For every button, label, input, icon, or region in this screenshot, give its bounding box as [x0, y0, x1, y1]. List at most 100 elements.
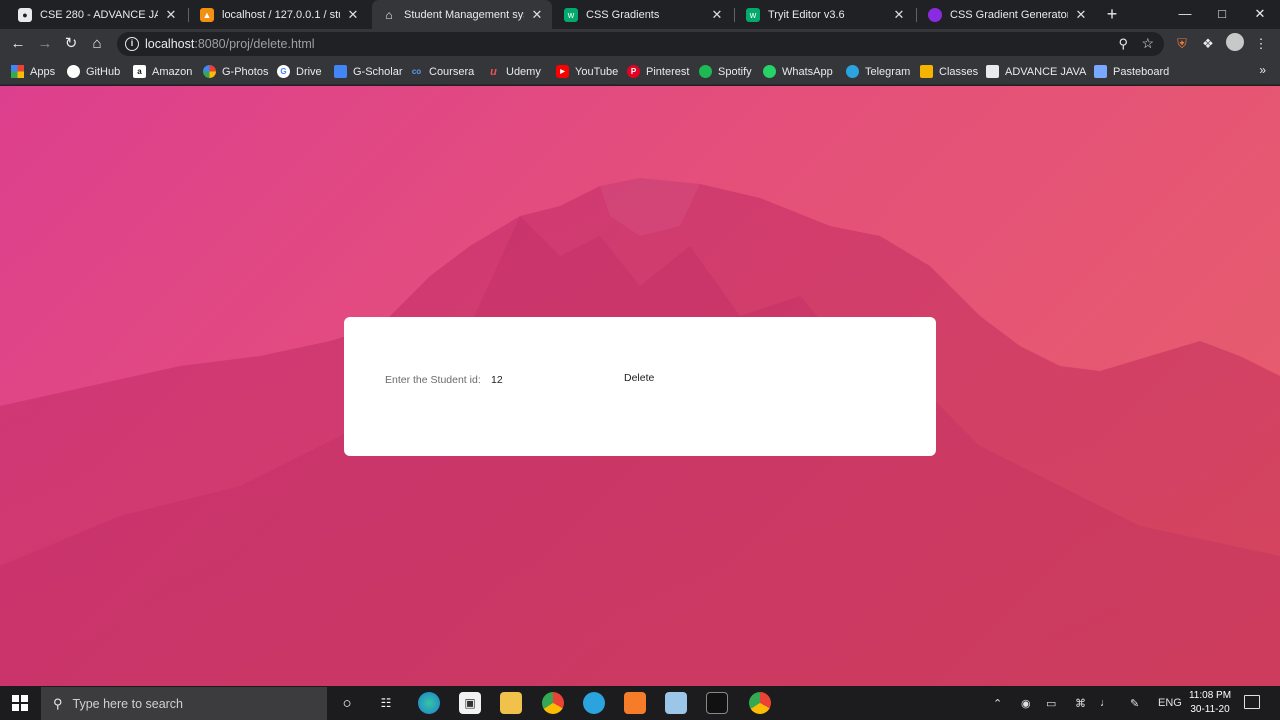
- pasteboard-icon: [1094, 65, 1107, 78]
- bookmark-label: Coursera: [429, 65, 475, 78]
- task-view-icon[interactable]: ☷: [375, 692, 397, 714]
- bookmark-g-scholar[interactable]: G-Scholar: [334, 63, 403, 80]
- chrome-icon[interactable]: [749, 692, 771, 714]
- chrome-icon[interactable]: [542, 692, 564, 714]
- udemy-icon: u: [490, 65, 497, 78]
- bookmark-label: GitHub: [86, 65, 121, 78]
- info-icon[interactable]: i: [125, 37, 139, 51]
- w3schools-icon: w: [746, 7, 760, 22]
- bookmark-classes[interactable]: Classes: [920, 63, 978, 80]
- w3schools-icon: w: [564, 7, 578, 22]
- apps-grid-icon: [11, 65, 24, 78]
- bookmark-udemy[interactable]: u Udemy: [487, 63, 541, 80]
- back-button[interactable]: ←: [7, 33, 29, 55]
- tab-tryit-editor[interactable]: w Tryit Editor v3.6 ✕: [736, 0, 914, 29]
- tab-separator: [916, 8, 917, 22]
- close-icon[interactable]: ✕: [346, 7, 360, 23]
- bookmark-telegram[interactable]: Telegram: [846, 63, 910, 80]
- terminal-icon[interactable]: [706, 692, 728, 714]
- home-button[interactable]: ⌂: [86, 33, 108, 55]
- bookmark-github[interactable]: GitHub: [67, 63, 120, 80]
- clock-time: 11:08 PM: [1188, 690, 1232, 701]
- bookmark-g-photos[interactable]: G-Photos: [203, 63, 268, 80]
- close-icon[interactable]: ✕: [1074, 7, 1088, 23]
- student-id-label: Enter the Student id:: [385, 374, 481, 386]
- bookmark-coursera[interactable]: co Coursera: [410, 63, 474, 80]
- bookmark-drive[interactable]: G Drive: [277, 63, 322, 80]
- tab-css-gradient-generator[interactable]: CSS Gradient Generator: Poli ✕: [918, 0, 1096, 29]
- url-text[interactable]: localhost:8080/proj/delete.html: [145, 37, 315, 51]
- close-icon[interactable]: ✕: [530, 7, 544, 23]
- minimize-button[interactable]: —: [1166, 0, 1204, 29]
- delete-button[interactable]: Delete: [624, 372, 654, 384]
- address-bar[interactable]: i localhost:8080/proj/delete.html ⚲ ☆: [117, 32, 1164, 56]
- reload-button[interactable]: ↻: [60, 33, 82, 55]
- tab-title: Student Management system: [404, 8, 524, 21]
- tab-css-gradients[interactable]: w CSS Gradients ✕: [554, 0, 732, 29]
- clock-date: 30-11-20: [1190, 704, 1230, 715]
- close-icon[interactable]: ✕: [164, 7, 178, 23]
- cortana-icon[interactable]: ○: [336, 692, 358, 714]
- telegram-icon: [846, 65, 859, 78]
- bookmarks-bar: Apps GitHub a Amazon G-Photos G Drive G-…: [0, 58, 1280, 85]
- close-window-button[interactable]: ✕: [1241, 0, 1279, 29]
- bookmark-pasteboard[interactable]: Pasteboard: [1094, 63, 1169, 80]
- browser-tab-strip: ● CSE 280 - ADVANCE JAVA Pr ✕ ▲ localhos…: [0, 0, 1280, 29]
- pinterest-icon: P: [627, 65, 640, 78]
- battery-icon[interactable]: ▭: [1046, 686, 1056, 720]
- notes-icon[interactable]: [665, 692, 687, 714]
- forward-button[interactable]: →: [34, 33, 56, 55]
- profile-avatar[interactable]: [1224, 33, 1246, 55]
- search-placeholder: Type here to search: [72, 696, 184, 711]
- bookmark-amazon[interactable]: a Amazon: [133, 63, 192, 80]
- extensions-puzzle-icon[interactable]: ❖: [1197, 33, 1219, 55]
- bookmark-spotify[interactable]: Spotify: [699, 63, 752, 80]
- file-explorer-icon[interactable]: [500, 692, 522, 714]
- tab-separator: [734, 8, 735, 22]
- bookmark-label: ADVANCE JAVA: [1005, 65, 1087, 78]
- system-clock[interactable]: 11:08 PM 30-11-20: [1182, 689, 1238, 717]
- maximize-button[interactable]: □: [1203, 0, 1241, 29]
- meet-now-icon[interactable]: ◉: [1021, 686, 1031, 720]
- edge-icon[interactable]: [418, 692, 440, 714]
- bookmark-pinterest[interactable]: P Pinterest: [627, 63, 689, 80]
- bookmark-label: Spotify: [718, 65, 752, 78]
- wifi-icon[interactable]: ⌘: [1075, 686, 1086, 720]
- bookmark-youtube[interactable]: ▶ YouTube: [556, 63, 618, 80]
- bookmark-label: Pinterest: [646, 65, 690, 78]
- extension-shield-icon[interactable]: ⛨: [1171, 33, 1193, 55]
- pen-icon[interactable]: ✎: [1130, 686, 1139, 720]
- tab-student-management[interactable]: ⌂ Student Management system ✕: [372, 0, 552, 29]
- store-icon[interactable]: ▣: [459, 692, 481, 714]
- tab-advance-java[interactable]: ● CSE 280 - ADVANCE JAVA Pr ✕: [8, 0, 186, 29]
- bookmark-whatsapp[interactable]: WhatsApp: [763, 63, 833, 80]
- tray-chevron-icon[interactable]: ⌃: [993, 686, 1002, 720]
- bookmark-advance-java[interactable]: ADVANCE JAVA: [986, 63, 1086, 80]
- bookmark-star-icon[interactable]: ☆: [1141, 35, 1154, 52]
- url-host: localhost: [145, 37, 195, 51]
- volume-icon[interactable]: ♩: [1100, 686, 1111, 720]
- google-drive-icon: G: [277, 65, 290, 78]
- notification-center-icon[interactable]: [1244, 695, 1260, 709]
- start-button[interactable]: [0, 686, 40, 720]
- tab-title: Tryit Editor v3.6: [768, 8, 845, 21]
- taskbar-search-box[interactable]: ⚲ Type here to search: [41, 687, 327, 720]
- telegram-icon[interactable]: [583, 692, 605, 714]
- close-icon[interactable]: ✕: [892, 7, 906, 23]
- student-id-input[interactable]: [489, 372, 609, 388]
- new-tab-button[interactable]: +: [1102, 4, 1122, 24]
- bookmark-apps[interactable]: Apps: [11, 63, 55, 80]
- tab-separator: [188, 8, 189, 22]
- google-scholar-icon: [334, 65, 347, 78]
- windows-taskbar: ⚲ Type here to search ○ ☷ ▣ ⌃ ◉ ▭ ⌘ ♩ ✎ …: [0, 686, 1280, 720]
- language-indicator[interactable]: ENG: [1158, 686, 1182, 720]
- menu-kebab-icon[interactable]: ⋮: [1250, 33, 1272, 55]
- home-icon: ⌂: [385, 7, 393, 22]
- tab-phpmyadmin[interactable]: ▲ localhost / 127.0.0.1 / studen ✕: [190, 0, 368, 29]
- youtube-icon: ▶: [556, 65, 569, 78]
- close-icon[interactable]: ✕: [710, 7, 724, 23]
- bookmark-label: Drive: [296, 65, 322, 78]
- zoom-icon[interactable]: ⚲: [1118, 36, 1128, 52]
- xampp-icon[interactable]: [624, 692, 646, 714]
- bookmarks-overflow-button[interactable]: »: [1259, 63, 1266, 77]
